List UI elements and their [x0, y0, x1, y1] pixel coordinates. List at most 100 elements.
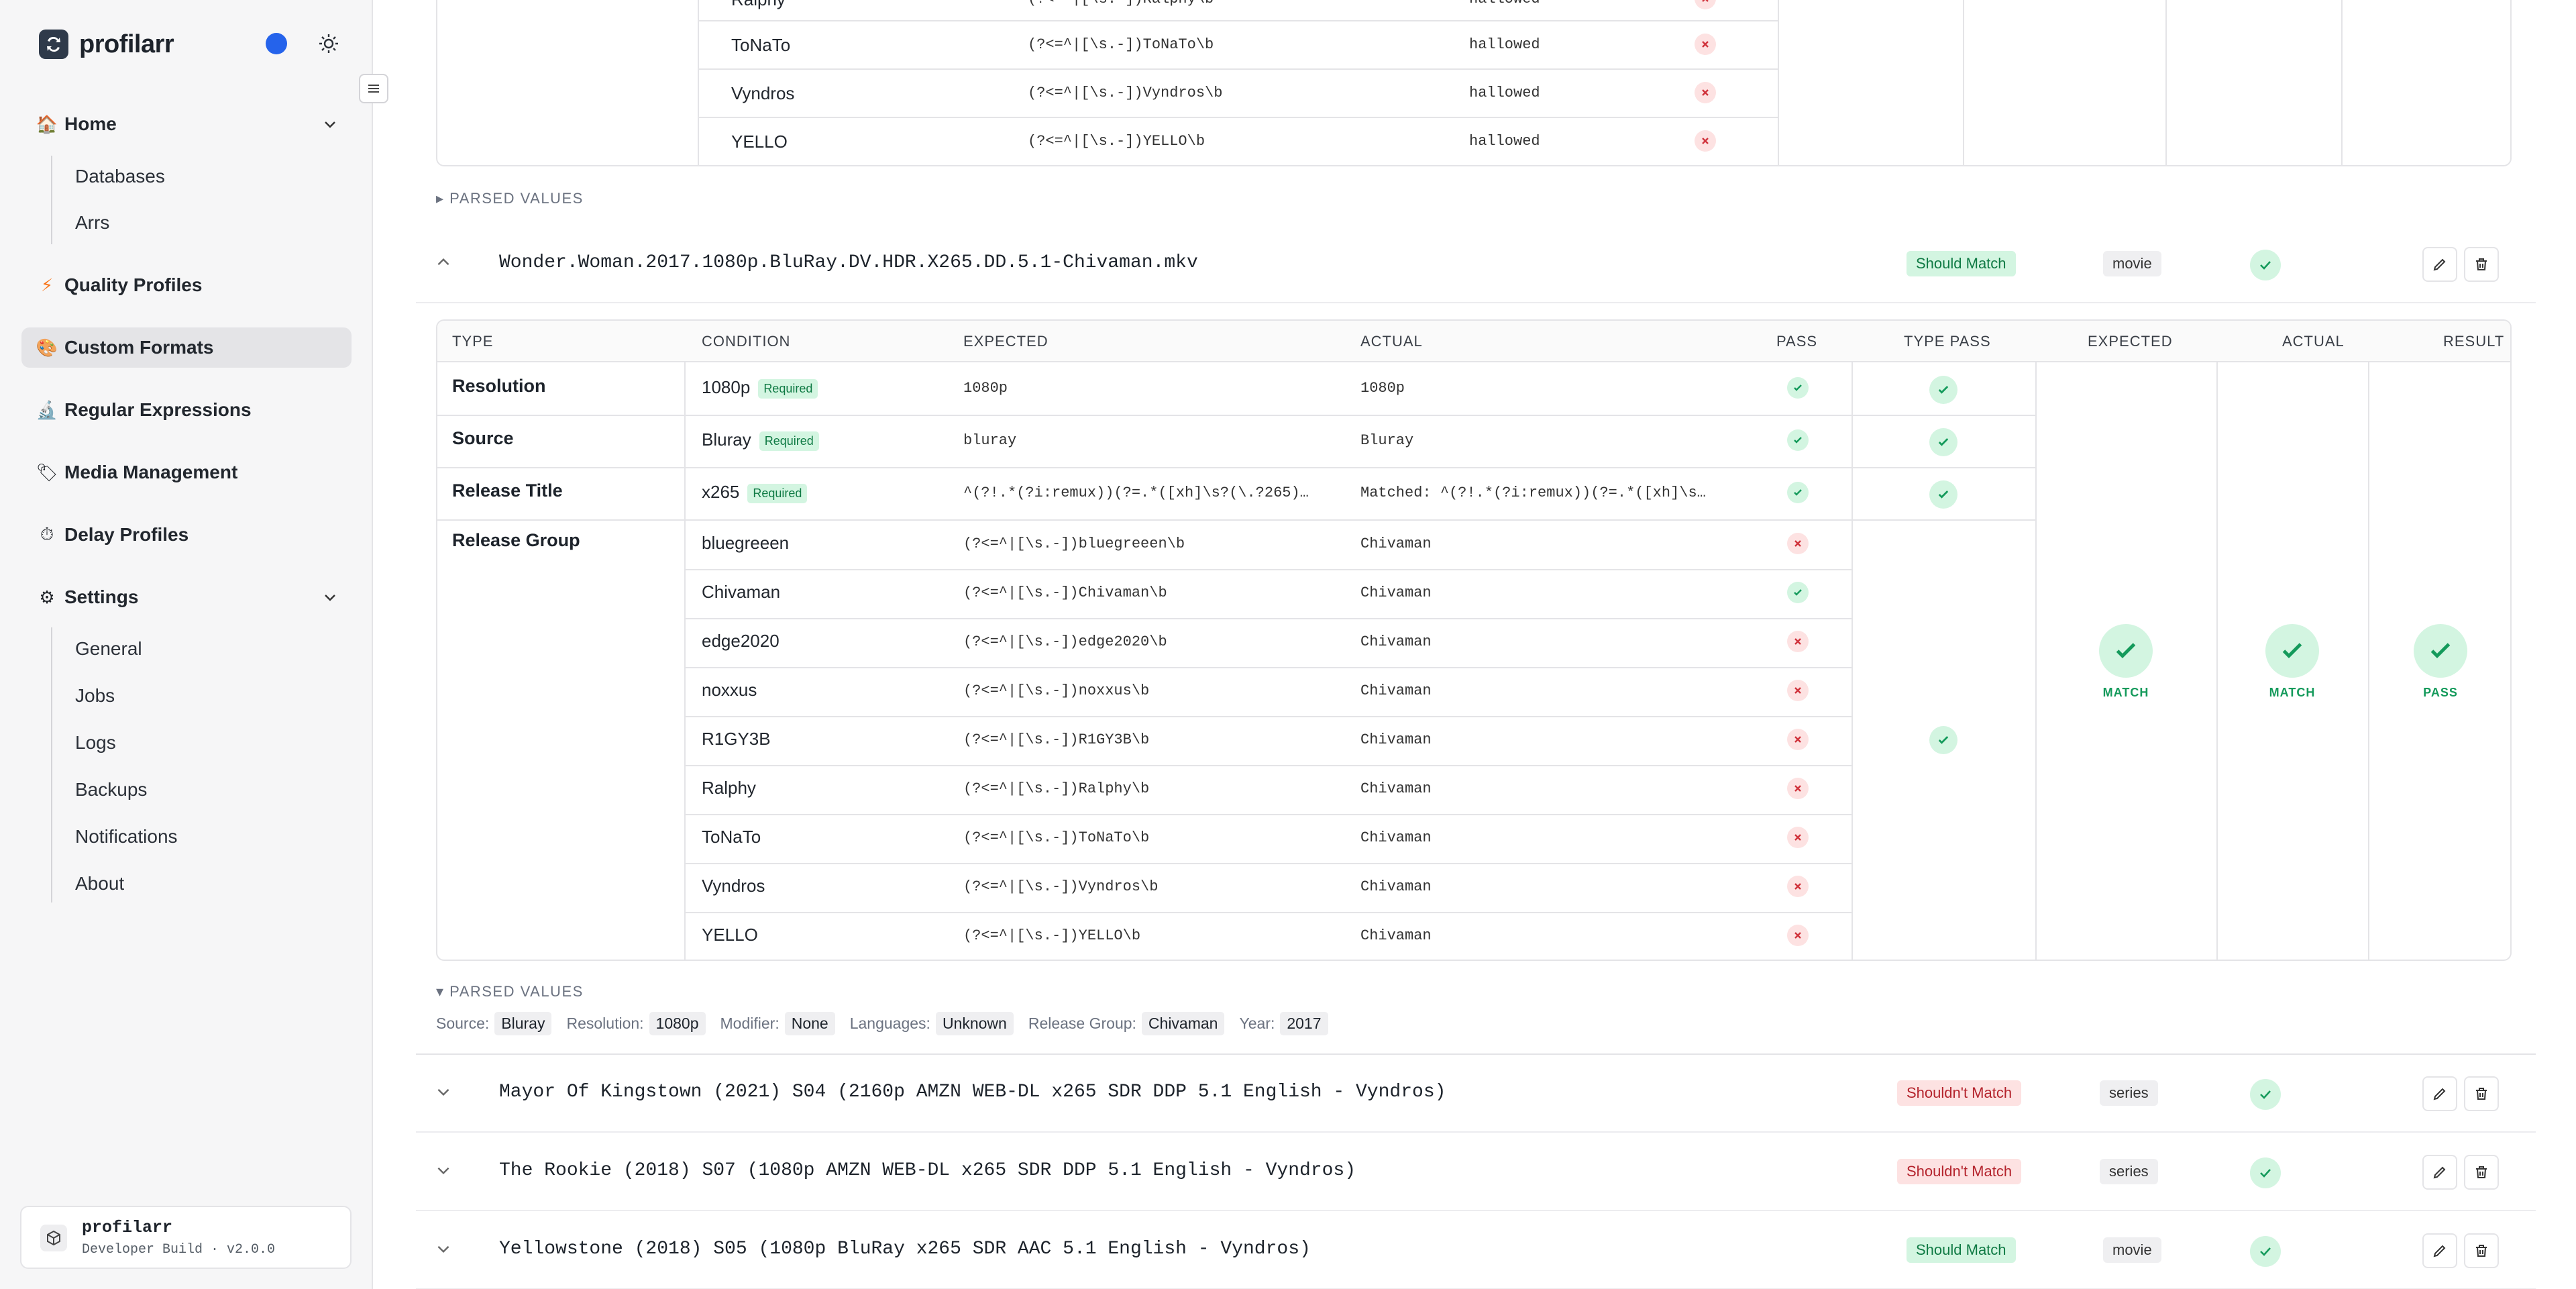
nav-arrs[interactable]: Arrs: [75, 209, 109, 236]
accent-color-button[interactable]: [266, 33, 287, 54]
match-badge: Should Match: [1907, 1237, 2016, 1263]
sidebar: profilarr 🏠 Home Databases Arrs ⚡ Qualit…: [0, 0, 373, 1289]
match-badge: Shouldn't Match: [1897, 1080, 2022, 1106]
release-group-actual: Chivaman: [1360, 927, 1432, 944]
fail-x-icon: [1787, 778, 1809, 799]
condition-value: x265: [702, 482, 740, 502]
type-pass-check-icon: [1929, 480, 1957, 509]
release-group-actual: Chivaman: [1360, 780, 1432, 797]
release-group-condition: Chivaman: [702, 582, 781, 602]
check-icon: [2250, 1079, 2281, 1110]
actual-value: 1080p: [1360, 380, 1405, 397]
edit-pencil-icon[interactable]: [2422, 247, 2457, 282]
parsed-values-toggle[interactable]: ▾ PARSED VALUES: [436, 983, 584, 1000]
release-group-actual: Chivaman: [1360, 731, 1432, 748]
expected-ralphy: (?<=^|[\s.-])Ralphy\b: [1028, 0, 1214, 7]
release-group-condition: Ralphy: [702, 778, 756, 798]
release-group-expected: (?<=^|[\s.-])bluegreeen\b: [963, 535, 1185, 552]
parsed-values-toggle[interactable]: ▸ PARSED VALUES: [436, 190, 584, 207]
build-info-card: profilarr Developer Build · v2.0.0: [20, 1206, 352, 1269]
condition-vyndros: Vyndros: [731, 83, 795, 103]
edit-pencil-icon[interactable]: [2422, 1155, 2457, 1190]
nav-settings-label: Settings: [64, 586, 139, 607]
release-group-condition: noxxus: [702, 680, 757, 700]
nav-notifications[interactable]: Notifications: [75, 823, 178, 850]
nav-backups[interactable]: Backups: [75, 776, 147, 803]
test-row[interactable]: Mayor Of Kingstown (2021) S04 (2160p AMZ…: [416, 1055, 2536, 1133]
required-badge: Required: [758, 378, 818, 399]
sidebar-collapse-button[interactable]: [359, 74, 388, 103]
release-group-actual: Chivaman: [1360, 682, 1432, 699]
type-badge: series: [2100, 1080, 2158, 1106]
pass-check-icon: [1787, 482, 1809, 503]
actual-ralphy: hallowed: [1469, 0, 1540, 7]
palette-icon: 🎨: [36, 337, 58, 358]
parsed-resolution-label: Resolution:: [566, 1015, 644, 1032]
nav-regular-expressions[interactable]: 🔬 Regular Expressions: [21, 390, 352, 430]
chevron-down-icon[interactable]: [322, 116, 338, 136]
fail-x-icon: [1787, 827, 1809, 848]
th-pass: PASS: [1776, 333, 1818, 350]
chevron-up-icon[interactable]: [435, 254, 452, 274]
edit-pencil-icon[interactable]: [2422, 1076, 2457, 1111]
nav-settings[interactable]: ⚙ Settings: [21, 577, 352, 617]
nav-general[interactable]: General: [75, 635, 142, 662]
th-expected: EXPECTED: [963, 333, 1049, 350]
nav-media-management[interactable]: 🏷 Media Management: [21, 452, 352, 493]
result-summary-label: PASS: [2423, 686, 2458, 699]
condition-bluray: Bluray Required: [702, 429, 819, 451]
release-group-condition: ToNaTo: [702, 827, 761, 847]
actual-value: Matched: ^(?!.*(?i:remux))(?=.*([xh]\s…: [1360, 484, 1706, 501]
type-badge: series: [2100, 1159, 2158, 1184]
expected-value: 1080p: [963, 380, 1008, 397]
fail-x-icon: [1787, 631, 1809, 652]
nav-quality-profiles[interactable]: ⚡ Quality Profiles: [21, 265, 352, 305]
nav-databases[interactable]: Databases: [75, 163, 165, 190]
condition-ralphy: Ralphy: [731, 0, 786, 10]
brand-name: profilarr: [79, 30, 174, 58]
parsed-modifier-label: Modifier:: [720, 1015, 780, 1032]
brand[interactable]: profilarr: [39, 27, 174, 62]
gear-icon: ⚙: [39, 586, 55, 607]
fail-x-icon: [1787, 729, 1809, 750]
nav-home[interactable]: 🏠 Home: [21, 104, 352, 144]
expected-match-check-icon: [2099, 624, 2153, 678]
chevron-down-icon[interactable]: [322, 589, 338, 609]
type-resolution: Resolution: [452, 376, 546, 396]
release-group-condition: bluegreeen: [702, 533, 790, 553]
parsed-languages-label: Languages:: [849, 1015, 930, 1032]
chevron-down-icon[interactable]: [435, 1162, 452, 1182]
test-row[interactable]: Yellowstone (2018) S05 (1080p BluRay x26…: [416, 1212, 2536, 1289]
type-pass-check-icon: [1929, 376, 1957, 404]
test-row[interactable]: The Rookie (2018) S07 (1080p AMZN WEB-DL…: [416, 1133, 2536, 1211]
condition-x265: x265 Required: [702, 482, 808, 503]
parsed-modifier: None: [784, 1012, 835, 1035]
nav-custom-formats[interactable]: 🎨 Custom Formats: [21, 327, 352, 368]
delete-trash-icon[interactable]: [2464, 247, 2499, 282]
home-subnav-line: [51, 156, 52, 244]
chevron-down-icon[interactable]: [435, 1083, 452, 1104]
delete-trash-icon[interactable]: [2464, 1155, 2499, 1190]
nav-delay-profiles[interactable]: ⏱ Delay Profiles: [21, 515, 352, 555]
type-pass-check-icon: [1929, 428, 1957, 456]
fail-x-icon: [1787, 680, 1809, 701]
edit-pencil-icon[interactable]: [2422, 1233, 2457, 1268]
fail-x-icon: [1787, 925, 1809, 946]
pass-check-icon: [1787, 377, 1809, 399]
release-group-condition: R1GY3B: [702, 729, 771, 749]
condition-value: Bluray: [702, 429, 751, 450]
theme-toggle-sun-icon[interactable]: [315, 30, 342, 57]
delete-trash-icon[interactable]: [2464, 1233, 2499, 1268]
delete-trash-icon[interactable]: [2464, 1076, 2499, 1111]
expected-value: bluray: [963, 432, 1017, 449]
th-actual-summary: ACTUAL: [2282, 333, 2345, 350]
nav-jobs[interactable]: Jobs: [75, 682, 115, 709]
nav-logs[interactable]: Logs: [75, 729, 116, 756]
nav-about[interactable]: About: [75, 870, 124, 897]
fail-x-icon: [1695, 0, 1716, 9]
stopwatch-icon: ⏱: [40, 524, 54, 544]
chevron-down-icon[interactable]: [435, 1240, 452, 1261]
pass-check-icon: [1787, 582, 1809, 603]
pass-check-icon: [1787, 429, 1809, 451]
test-row[interactable]: Wonder.Woman.2017.1080p.BluRay.DV.HDR.X2…: [416, 225, 2536, 303]
